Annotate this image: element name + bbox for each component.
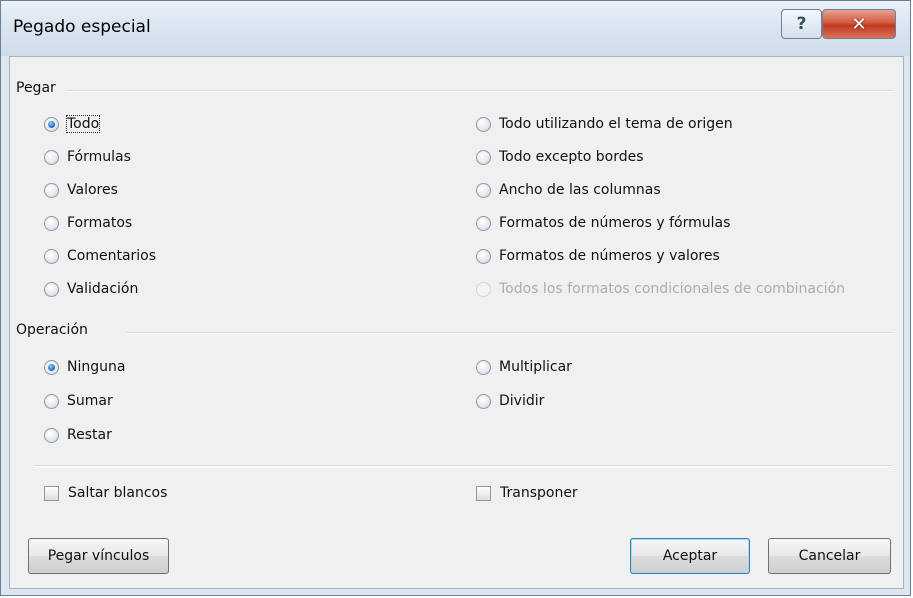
radio-icon [476, 393, 491, 409]
radio-icon [476, 215, 491, 231]
checkbox-transpose[interactable]: Transponer [476, 485, 578, 501]
radio-label: Validación [67, 281, 139, 297]
radio-label: Ninguna [67, 359, 126, 375]
radio-paste-number-formats-formulas[interactable]: Formatos de números y fórmulas [476, 215, 730, 231]
radio-icon [44, 281, 59, 297]
radio-icon [44, 393, 59, 409]
radio-operation-none[interactable]: Ninguna [44, 359, 125, 375]
radio-icon [44, 149, 59, 165]
close-button[interactable]: ✕ [822, 9, 896, 39]
radio-icon [476, 248, 491, 264]
radio-icon [44, 248, 59, 264]
cancel-button[interactable]: Cancelar [768, 538, 891, 574]
checkbox-icon [476, 485, 491, 501]
help-icon: ? [796, 14, 807, 34]
radio-paste-number-formats-values[interactable]: Formatos de números y valores [476, 248, 720, 264]
radio-label: Fórmulas [67, 149, 131, 165]
checkbox-label: Transponer [500, 485, 578, 501]
radio-icon [476, 281, 491, 297]
radio-label: Comentarios [67, 248, 157, 264]
radio-label: Todo utilizando el tema de origen [499, 116, 733, 132]
help-button[interactable]: ? [781, 9, 822, 39]
paste-group-label: Pegar [16, 80, 56, 96]
radio-label: Todos los formatos condicionales de comb… [499, 281, 846, 297]
radio-label: Todo excepto bordes [499, 149, 644, 165]
button-label: Cancelar [798, 548, 861, 564]
paste-group-divider [66, 90, 893, 92]
radio-operation-divide[interactable]: Dividir [476, 393, 544, 409]
paste-special-dialog: Pegado especial ? ✕ Pegar Todo Fórmulas … [0, 0, 911, 596]
radio-operation-subtract[interactable]: Restar [44, 427, 112, 443]
radio-paste-todo[interactable]: Todo [44, 115, 101, 133]
checkbox-icon [44, 485, 59, 501]
button-label: Pegar vínculos [47, 548, 150, 564]
dialog-body: Pegar Todo Fórmulas Valores Formatos Com… [9, 56, 904, 589]
dialog-title: Pegado especial [13, 17, 151, 37]
radio-icon [44, 427, 59, 443]
checkbox-label: Saltar blancos [68, 485, 168, 501]
radio-paste-values[interactable]: Valores [44, 182, 118, 198]
radio-selected-icon [44, 116, 59, 132]
radio-icon [476, 149, 491, 165]
operation-group-label: Operación [16, 322, 88, 338]
radio-label: Valores [67, 182, 118, 198]
radio-icon [44, 215, 59, 231]
radio-paste-all-except-borders[interactable]: Todo excepto bordes [476, 149, 644, 165]
radio-icon [476, 116, 491, 132]
radio-paste-comments[interactable]: Comentarios [44, 248, 156, 264]
radio-operation-multiply[interactable]: Multiplicar [476, 359, 572, 375]
title-bar: Pegado especial ? ✕ [1, 1, 910, 56]
close-icon: ✕ [851, 13, 867, 35]
radio-paste-column-widths[interactable]: Ancho de las columnas [476, 182, 661, 198]
radio-label: Todo [65, 115, 101, 133]
radio-paste-all-source-theme[interactable]: Todo utilizando el tema de origen [476, 116, 733, 132]
ok-button[interactable]: Aceptar [630, 538, 750, 574]
radio-selected-icon [44, 359, 59, 375]
radio-icon [44, 182, 59, 198]
radio-paste-formats[interactable]: Formatos [44, 215, 132, 231]
radio-paste-validation[interactable]: Validación [44, 281, 138, 297]
radio-label: Formatos de números y fórmulas [499, 215, 731, 231]
radio-paste-formulas[interactable]: Fórmulas [44, 149, 131, 165]
radio-label: Dividir [499, 393, 545, 409]
radio-label: Formatos [67, 215, 133, 231]
button-label: Aceptar [662, 548, 718, 564]
radio-paste-merge-conditional-formats: Todos los formatos condicionales de comb… [476, 281, 845, 297]
radio-label: Sumar [67, 393, 113, 409]
options-divider [34, 465, 893, 467]
radio-label: Formatos de números y valores [499, 248, 720, 264]
radio-operation-add[interactable]: Sumar [44, 393, 113, 409]
checkbox-skip-blanks[interactable]: Saltar blancos [44, 485, 167, 501]
radio-label: Ancho de las columnas [499, 182, 661, 198]
radio-label: Multiplicar [499, 359, 572, 375]
paste-links-button[interactable]: Pegar vínculos [28, 538, 169, 574]
radio-label: Restar [67, 427, 112, 443]
operation-group-divider [126, 332, 893, 334]
radio-icon [476, 182, 491, 198]
radio-icon [476, 359, 491, 375]
